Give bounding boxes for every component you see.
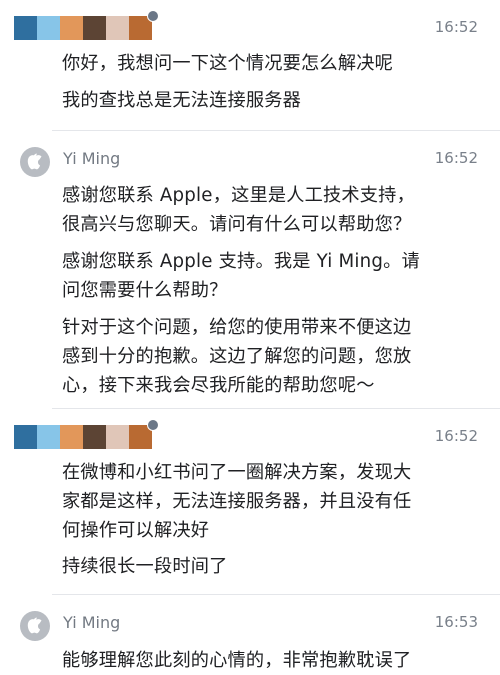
message-time: 16:52 <box>434 427 478 445</box>
avatar-pixel <box>14 16 37 40</box>
message-user-1: 16:52 你好，我想问一下这个情况要怎么解决呢 我的查找总是无法连接服务器 <box>0 0 500 130</box>
user-avatar[interactable] <box>14 10 159 40</box>
message-text: 家都是这样，无法连接服务器，并且没有任 <box>62 491 412 512</box>
agent-avatar[interactable] <box>20 611 50 641</box>
message-header: 16:52 <box>0 0 500 40</box>
message-agent-2: Yi Ming 16:53 能够理解您此刻的心情的，非常抱歉耽误了 <box>0 595 500 671</box>
message-user-2: 16:52 在微博和小红书问了一圈解决方案，发现大 家都是这样，无法连接服务器，… <box>0 409 500 594</box>
sender-name: Yi Ming <box>63 613 121 632</box>
message-header: Yi Ming 16:53 <box>0 595 500 641</box>
avatar-pixel <box>60 16 83 40</box>
avatar-pixel <box>129 419 159 449</box>
user-avatar[interactable] <box>14 419 159 449</box>
avatar-pixel <box>129 10 159 40</box>
agent-avatar[interactable] <box>20 147 50 177</box>
message-text: 感谢您联系 Apple，这里是人工技术支持， <box>62 185 415 206</box>
message-time: 16:52 <box>434 18 478 36</box>
message-text: 感到十分的抱歉。这边了解您的问题，您放 <box>62 346 412 367</box>
message-text: 在微博和小红书问了一圈解决方案，发现大 <box>62 462 412 483</box>
status-dot-icon <box>147 419 159 431</box>
message-text: 感谢您联系 Apple 支持。我是 Yi Ming。请 <box>62 251 420 272</box>
message-agent-1: Yi Ming 16:52 感谢您联系 Apple，这里是人工技术支持， 很高兴… <box>0 131 500 408</box>
message-time: 16:52 <box>434 149 478 167</box>
message-text: 我的查找总是无法连接服务器 <box>62 90 302 111</box>
apple-logo-icon <box>27 617 42 633</box>
message-text: 能够理解您此刻的心情的，非常抱歉耽误了 <box>62 650 412 671</box>
message-text: 心，接下来我会尽我所能的帮助您呢～ <box>62 375 375 396</box>
message-text: 针对于这个问题，给您的使用带来不便这边 <box>62 317 412 338</box>
avatar-pixel <box>106 425 129 449</box>
message-text: 你好，我想问一下这个情况要怎么解决呢 <box>62 53 393 74</box>
message-text: 何操作可以解决好 <box>62 520 210 541</box>
message-header: Yi Ming 16:52 <box>0 131 500 177</box>
avatar-pixel <box>60 425 83 449</box>
avatar-pixel <box>83 16 106 40</box>
message-text: 问您需要什么帮助？ <box>62 280 228 301</box>
status-dot-icon <box>147 10 159 22</box>
apple-logo-icon <box>27 153 42 169</box>
avatar-pixel <box>37 16 60 40</box>
message-text: 很高兴与您聊天。请问有什么可以帮助您？ <box>62 214 412 235</box>
avatar-pixel <box>14 425 37 449</box>
message-header: 16:52 <box>0 409 500 449</box>
message-time: 16:53 <box>434 613 478 631</box>
sender-name: Yi Ming <box>63 149 121 168</box>
message-text: 持续很长一段时间了 <box>62 556 228 577</box>
avatar-pixel <box>106 16 129 40</box>
avatar-pixel <box>37 425 60 449</box>
avatar-pixel <box>83 425 106 449</box>
